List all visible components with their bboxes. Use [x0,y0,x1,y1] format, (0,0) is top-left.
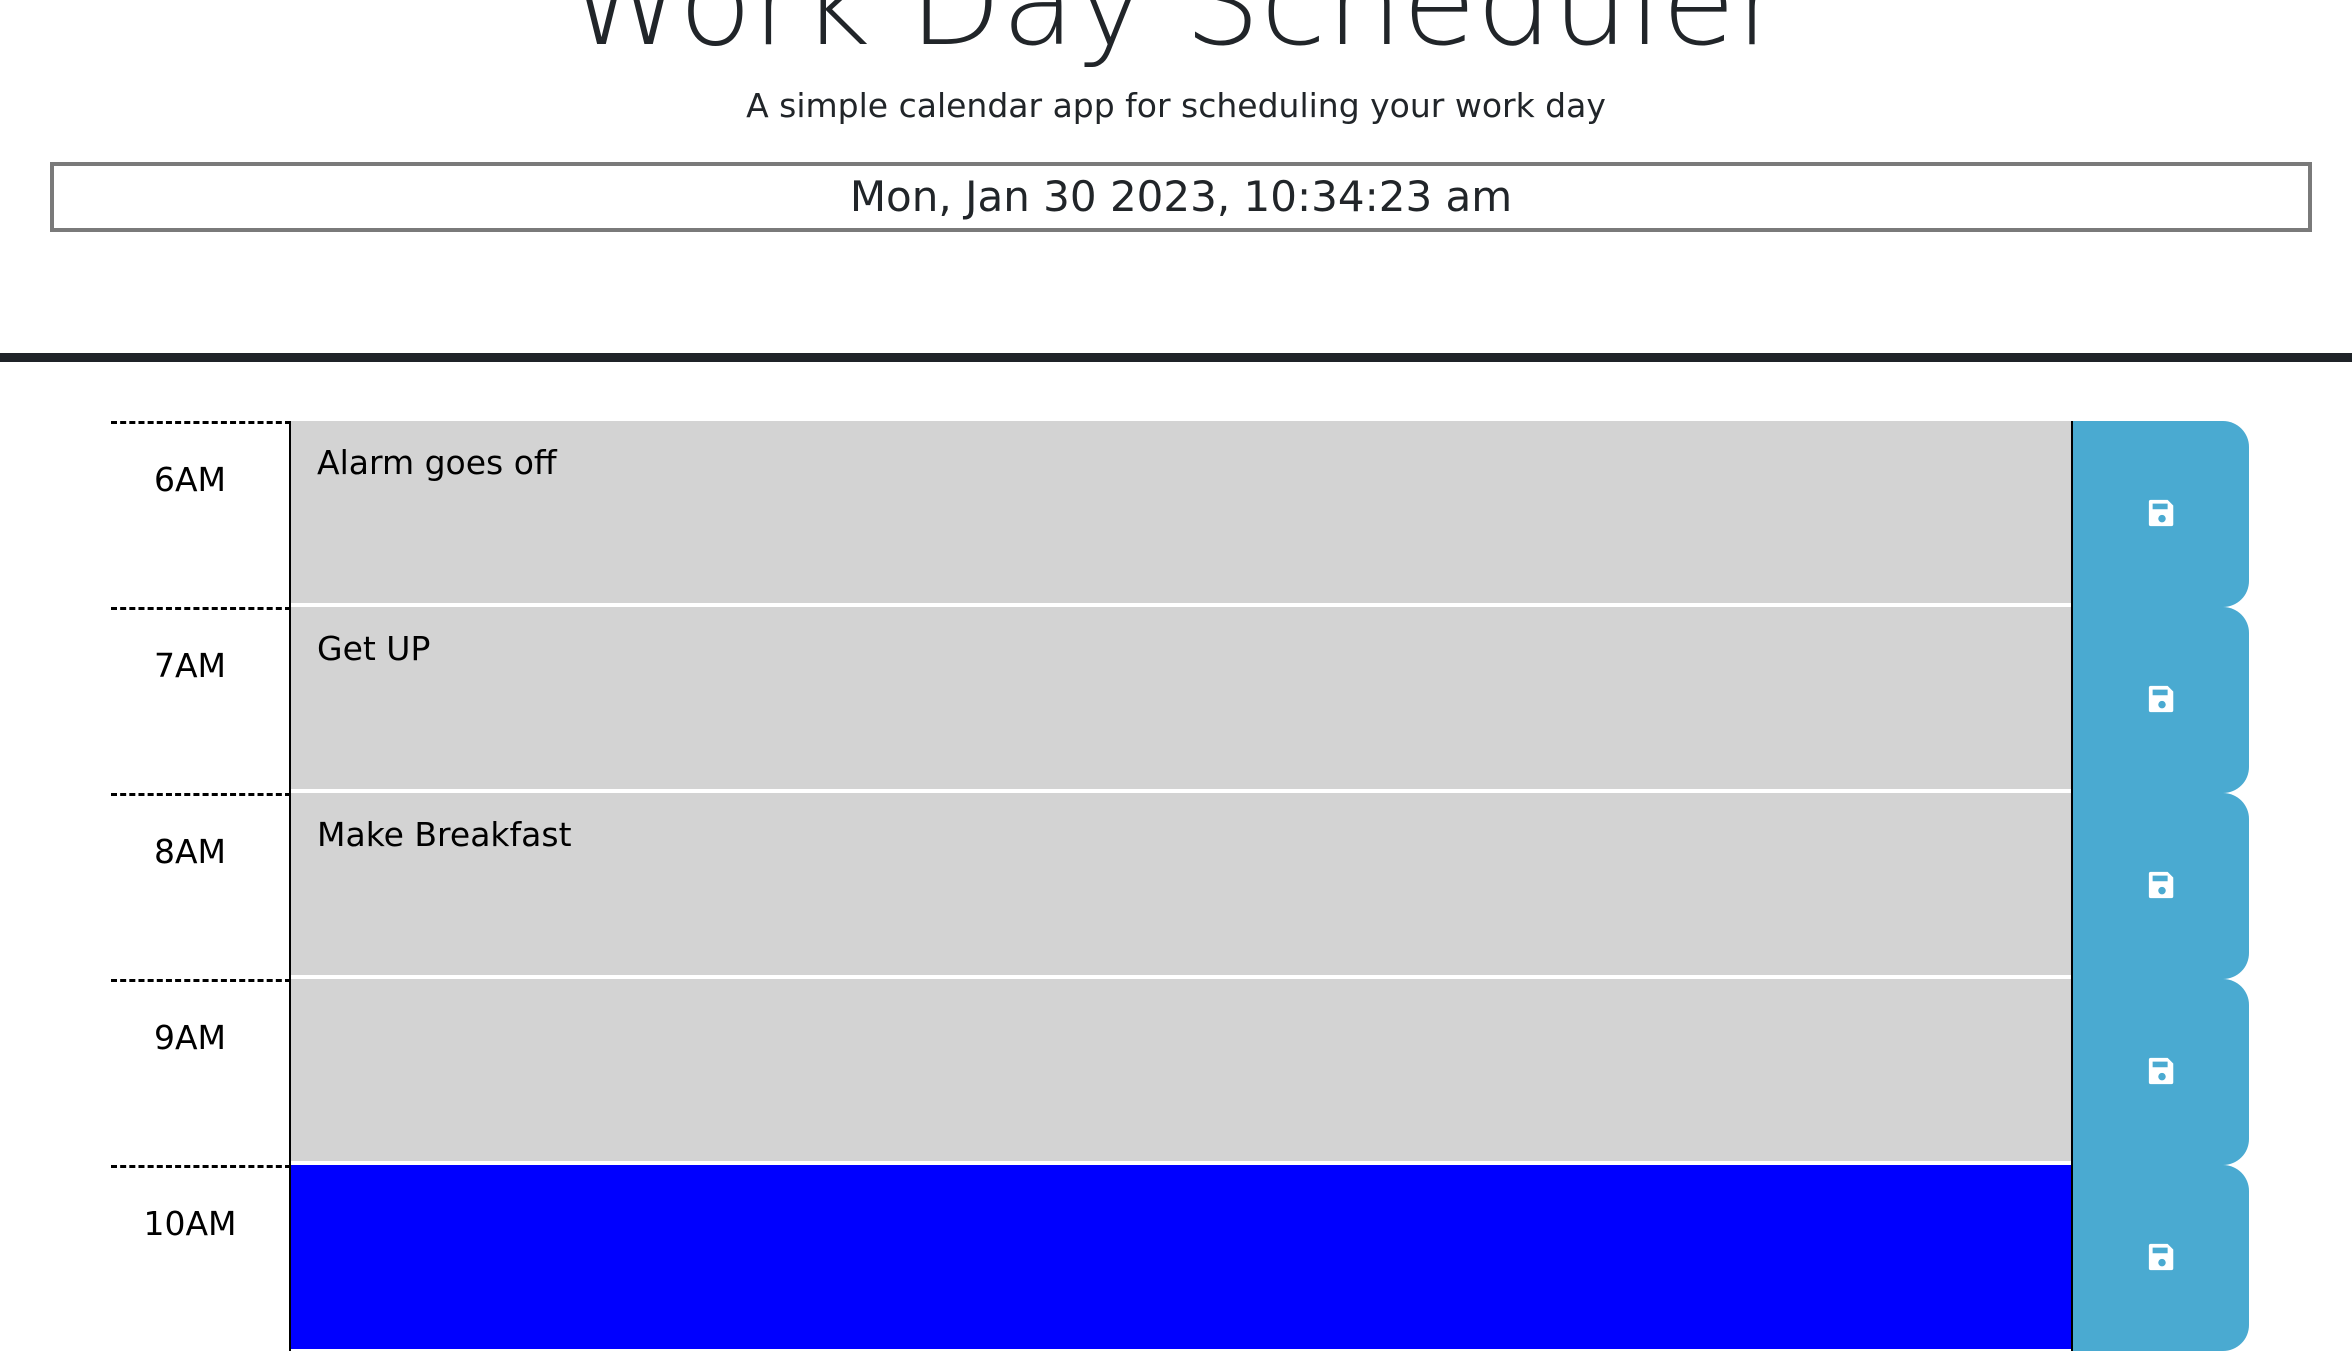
hour-label: 9AM [111,979,291,1165]
save-icon [2148,1057,2174,1085]
hour-label: 10AM [111,1165,291,1351]
header: Work Day Scheduler A simple calendar app… [0,0,2352,362]
save-icon [2148,1243,2174,1271]
page-title: Work Day Scheduler [567,0,1785,73]
time-block-8am: 8AM Make Breakfast [0,793,2352,979]
save-icon [2148,685,2174,713]
page-subtitle: A simple calendar app for scheduling you… [746,86,1606,125]
event-textarea-6am[interactable]: Alarm goes off [291,421,2072,605]
time-block-10am: 10AM [0,1165,2352,1351]
save-button-6am[interactable] [2071,421,2249,607]
hour-label: 7AM [111,607,291,793]
save-button-9am[interactable] [2071,979,2249,1165]
time-block-9am: 9AM [0,979,2352,1165]
save-icon [2148,871,2174,899]
hour-label: 6AM [111,421,291,607]
save-button-7am[interactable] [2071,607,2249,793]
save-button-10am[interactable] [2071,1165,2249,1351]
event-textarea-10am[interactable] [291,1165,2072,1351]
save-button-8am[interactable] [2071,793,2249,979]
current-datetime: Mon, Jan 30 2023, 10:34:23 am [50,162,2312,232]
save-icon [2148,499,2174,527]
hour-label: 8AM [111,793,291,979]
time-block-6am: 6AM Alarm goes off [0,421,2352,607]
time-block-7am: 7AM Get UP [0,607,2352,793]
event-textarea-7am[interactable]: Get UP [291,607,2072,791]
event-textarea-9am[interactable] [291,979,2072,1163]
event-textarea-8am[interactable]: Make Breakfast [291,793,2072,977]
